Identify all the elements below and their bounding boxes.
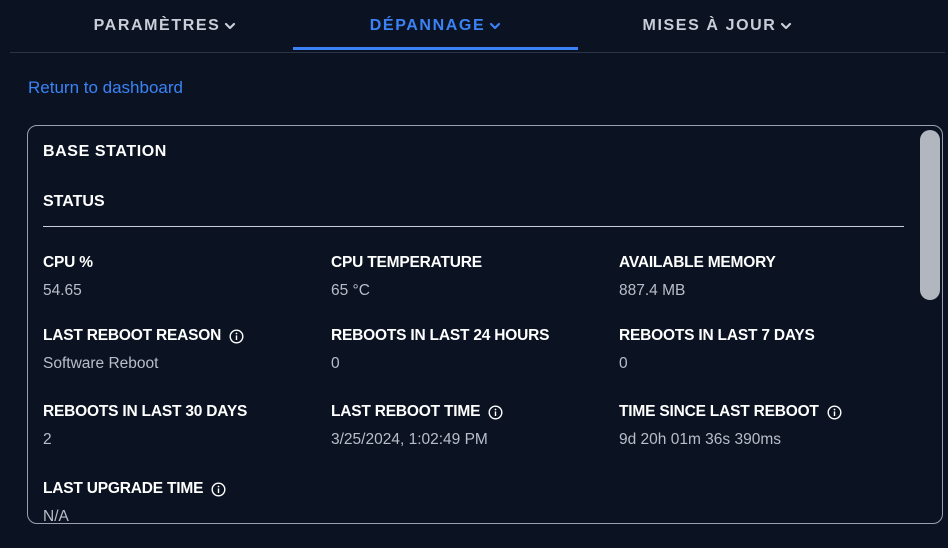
divider (43, 226, 904, 227)
metric-label: LAST REBOOT TIME (331, 403, 481, 420)
panel-title: BASE STATION (43, 143, 167, 160)
tab-label: DÉPANNAGE (369, 17, 486, 34)
tab-mises-a-jour[interactable]: MISES À JOUR (585, 0, 850, 52)
metric-reboots-24h: REBOOTS IN LAST 24 HOURS 0 (331, 326, 601, 374)
metric-label: CPU % (43, 254, 93, 271)
metric-time-since-last-reboot: TIME SINCE LAST REBOOT 9d 20h 01m 36s 39… (619, 402, 889, 450)
metric-value: N/A (43, 508, 69, 524)
metric-last-reboot-time: LAST REBOOT TIME 3/25/2024, 1:02:49 PM (331, 402, 601, 450)
metric-value: 2 (43, 431, 52, 448)
return-to-dashboard-link[interactable]: Return to dashboard (28, 78, 183, 98)
chevron-down-icon (224, 20, 236, 32)
metric-value: 0 (331, 355, 340, 372)
base-station-panel: BASE STATION STATUS CPU % 54.65 CPU TEMP… (27, 125, 943, 524)
tab-label: MISES À JOUR (642, 17, 777, 34)
troubleshooting-page: PARAMÈTRES DÉPANNAGE MISES À JOUR Return… (0, 0, 948, 548)
metric-label: CPU TEMPERATURE (331, 254, 482, 271)
scrollbar-thumb[interactable] (920, 130, 940, 300)
metric-last-reboot-reason: LAST REBOOT REASON Software Reboot (43, 326, 313, 374)
metric-label: REBOOTS IN LAST 7 DAYS (619, 327, 815, 344)
metric-value: 0 (619, 355, 628, 372)
tab-depannage[interactable]: DÉPANNAGE (293, 0, 578, 52)
chevron-down-icon (489, 20, 501, 32)
metric-cpu-percent: CPU % 54.65 (43, 253, 313, 301)
panel-scrollbar[interactable] (919, 128, 941, 521)
metric-label: LAST REBOOT REASON (43, 327, 222, 344)
metric-value: 887.4 MB (619, 282, 686, 299)
metric-label: REBOOTS IN LAST 24 HOURS (331, 327, 550, 344)
section-title: STATUS (43, 193, 105, 210)
metric-value: 9d 20h 01m 36s 390ms (619, 431, 781, 448)
metric-last-upgrade-time: LAST UPGRADE TIME N/A (43, 479, 313, 524)
tab-bar: PARAMÈTRES DÉPANNAGE MISES À JOUR (10, 0, 945, 53)
metric-cpu-temperature: CPU TEMPERATURE 65 °C (331, 253, 601, 301)
tab-label: PARAMÈTRES (93, 17, 221, 34)
metric-label: AVAILABLE MEMORY (619, 254, 776, 271)
metric-reboots-7d: REBOOTS IN LAST 7 DAYS 0 (619, 326, 889, 374)
metric-reboots-30d: REBOOTS IN LAST 30 DAYS 2 (43, 402, 313, 450)
active-tab-indicator (293, 47, 578, 50)
info-icon[interactable] (488, 404, 503, 420)
metric-label: LAST UPGRADE TIME (43, 480, 204, 497)
info-icon[interactable] (229, 328, 244, 344)
metric-value: Software Reboot (43, 355, 159, 372)
metric-value: 3/25/2024, 1:02:49 PM (331, 431, 488, 448)
chevron-down-icon (780, 20, 792, 32)
metric-label: TIME SINCE LAST REBOOT (619, 403, 819, 420)
metric-value: 54.65 (43, 282, 82, 299)
info-icon[interactable] (211, 481, 226, 497)
tab-parametres[interactable]: PARAMÈTRES (30, 0, 300, 52)
metric-value: 65 °C (331, 282, 370, 299)
metric-available-memory: AVAILABLE MEMORY 887.4 MB (619, 253, 889, 301)
metric-label: REBOOTS IN LAST 30 DAYS (43, 403, 248, 420)
info-icon[interactable] (827, 404, 842, 420)
